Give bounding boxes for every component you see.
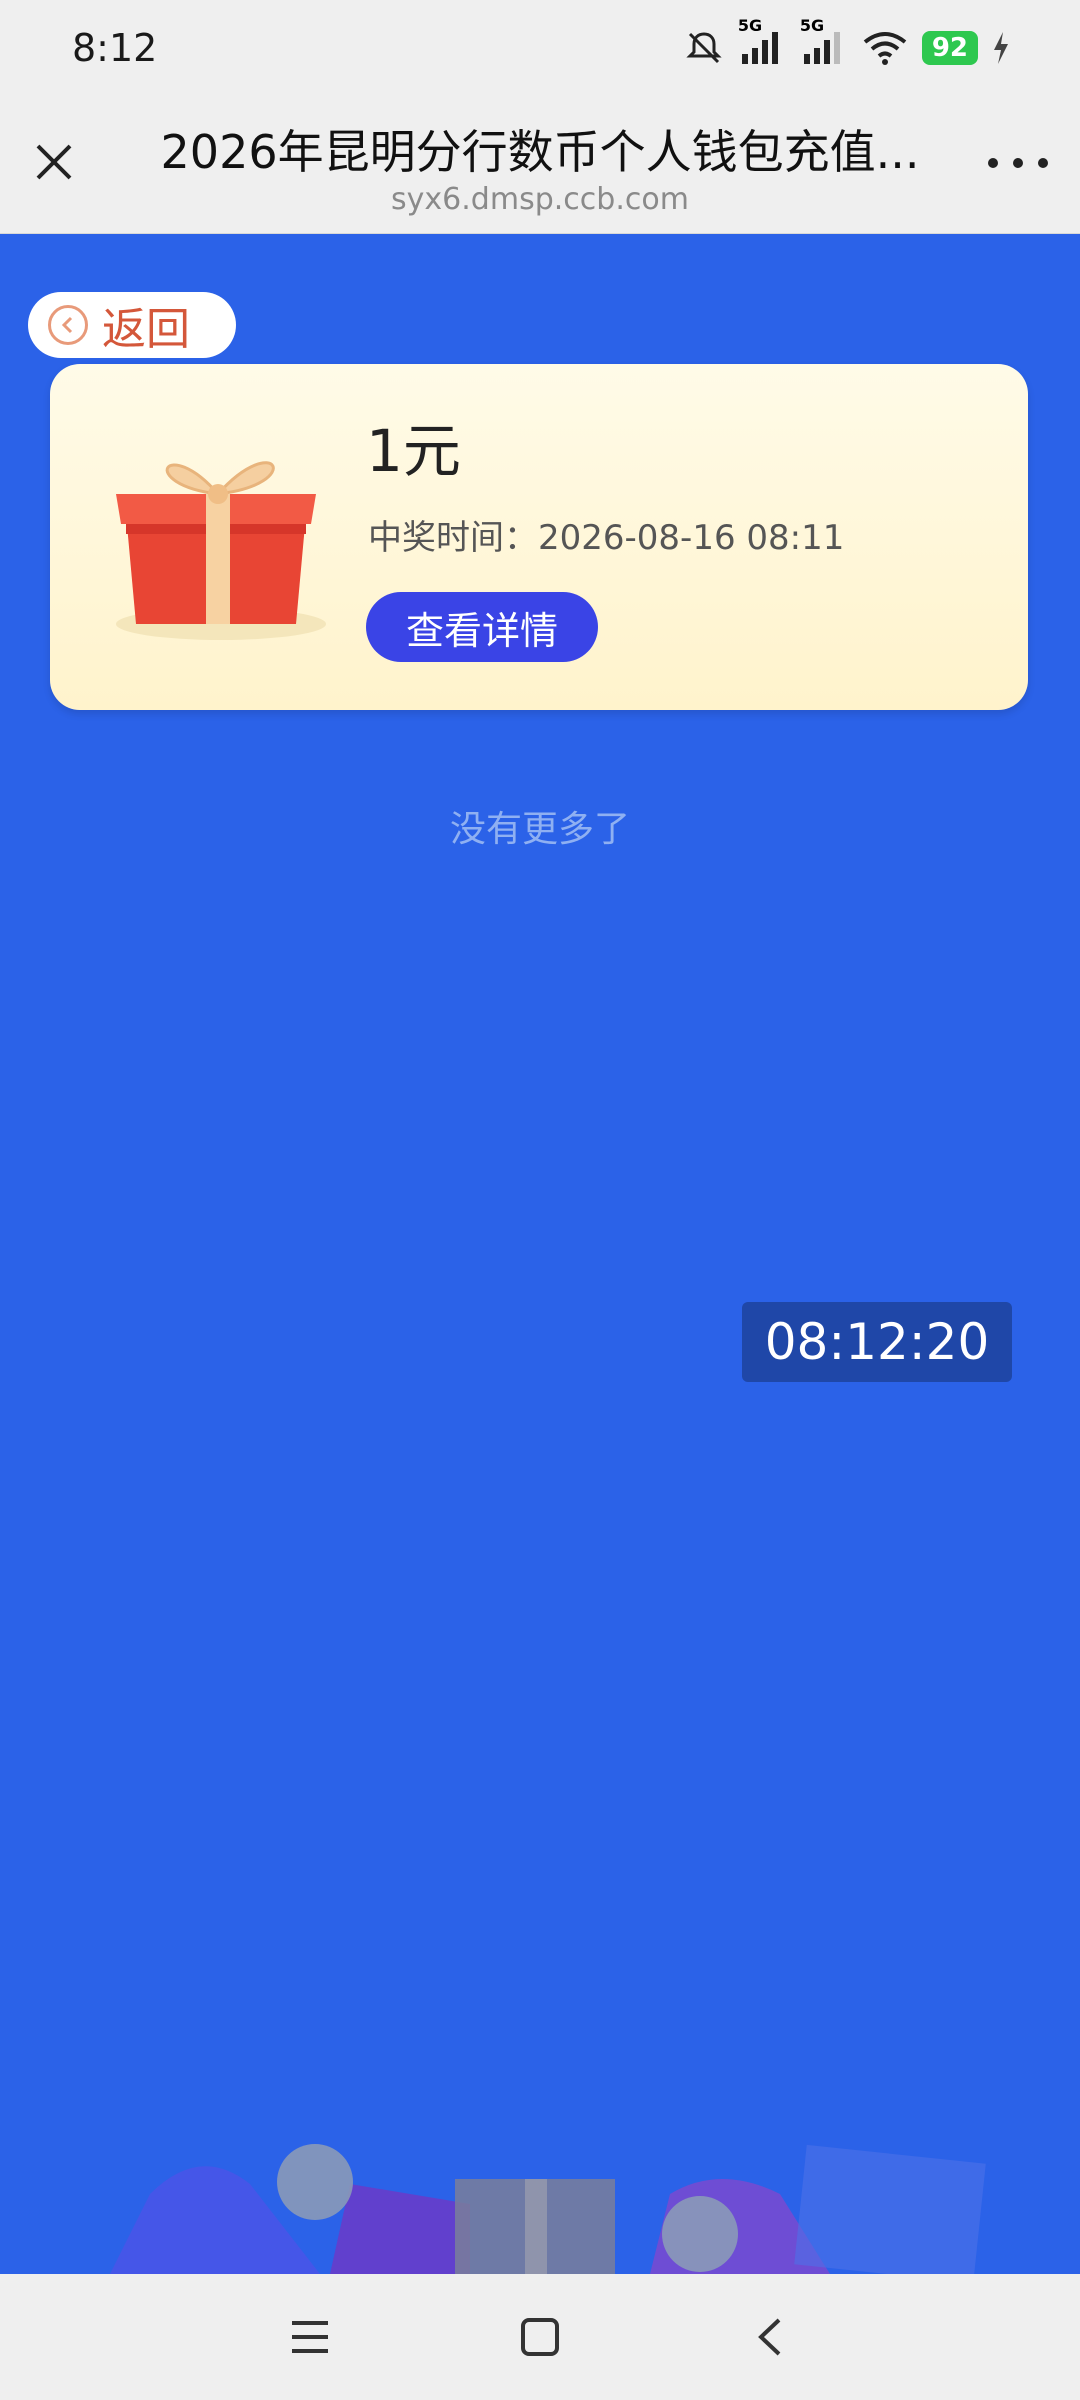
browser-title-bar: 2026年昆明分行数币个人钱包充值... syx6.dmsp.ccb.com: [0, 96, 1080, 234]
close-button[interactable]: [28, 136, 80, 188]
recents-button[interactable]: [280, 2312, 340, 2362]
prize-card: 1元 中奖时间：2026-08-16 08:11 查看详情: [50, 364, 1028, 710]
charging-icon: [992, 31, 1010, 65]
page-url: syx6.dmsp.ccb.com: [391, 182, 689, 217]
no-more-text: 没有更多了: [449, 809, 630, 850]
menu-icon: [292, 2321, 328, 2353]
chevron-left-icon: [48, 305, 88, 345]
signal-type-label: 5G: [737, 16, 763, 35]
page-title: 2026年昆明分行数币个人钱包充值...: [160, 125, 920, 179]
home-square-icon: [521, 2318, 559, 2356]
timer-display: 08:12:20: [742, 1302, 1012, 1382]
more-dot-icon: [1013, 158, 1023, 168]
view-details-button[interactable]: 查看详情: [366, 592, 598, 662]
status-icons: 5G 5G 92: [684, 16, 1010, 68]
mute-icon: [684, 28, 724, 68]
status-bar: 8:12 5G 5G 92: [0, 0, 1080, 96]
more-options-button[interactable]: [988, 148, 1048, 178]
main-content: 返回 1元 中奖时间：2026-08-16 08:11 查看详情 没有更多了 0…: [0, 234, 1080, 2274]
battery-icon: 92: [921, 31, 978, 65]
close-icon: [36, 144, 72, 180]
more-dot-icon: [1038, 158, 1048, 168]
signal-icon: 5G: [800, 16, 848, 66]
prize-time: 中奖时间：2026-08-16 08:11: [368, 518, 845, 558]
chevron-left-icon: [758, 2318, 781, 2356]
more-dot-icon: [988, 158, 998, 168]
back-button[interactable]: 返回: [28, 292, 236, 358]
system-back-button[interactable]: [740, 2312, 800, 2362]
status-time: 8:12: [72, 26, 158, 70]
back-label: 返回: [102, 304, 190, 355]
prize-amount: 1元: [366, 417, 461, 485]
wifi-icon: [862, 30, 908, 66]
signal-icon: 5G: [738, 16, 786, 66]
home-button[interactable]: [510, 2312, 570, 2362]
decorative-gifts-illustration: [110, 2144, 986, 2274]
system-nav-bar: [0, 2274, 1080, 2400]
signal-type-label: 5G: [799, 16, 825, 35]
gift-box-icon: [116, 461, 326, 640]
